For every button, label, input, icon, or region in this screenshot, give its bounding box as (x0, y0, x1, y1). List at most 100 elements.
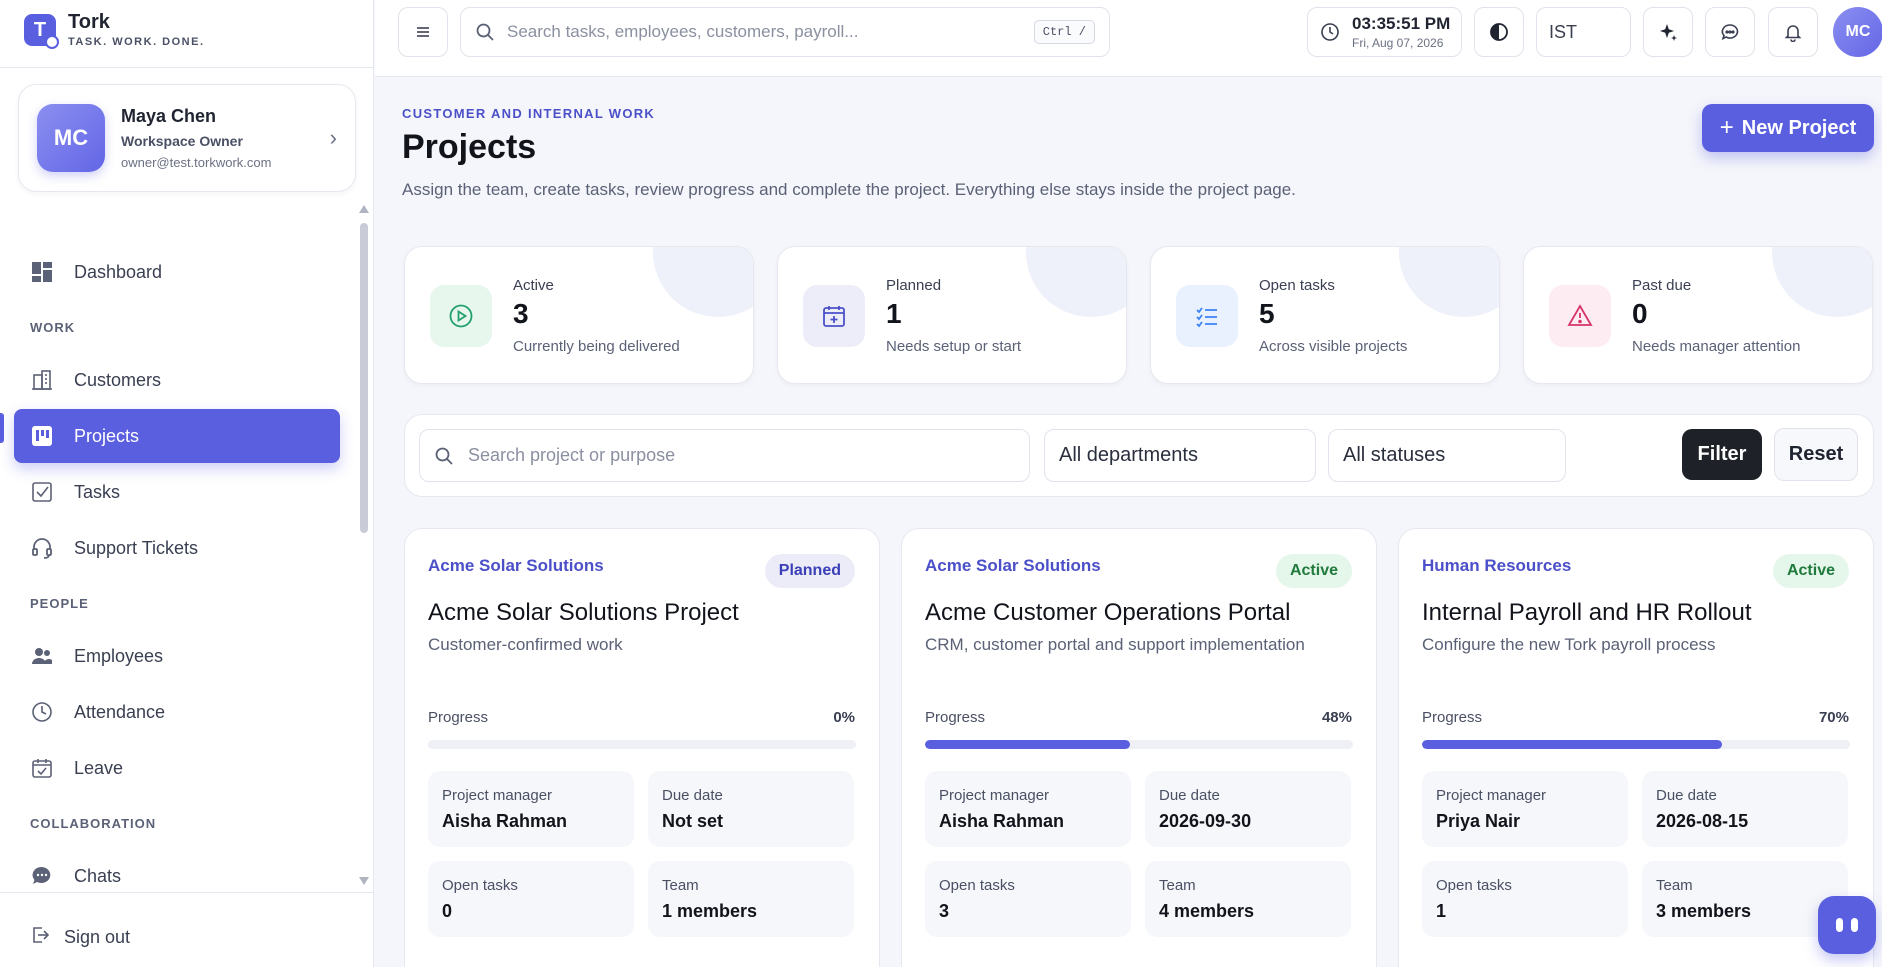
sparkle-icon (1660, 24, 1677, 41)
cell-label: Project manager (1436, 787, 1547, 804)
project-cards: Acme Solar Solutions Planned Acme Solar … (404, 528, 1882, 967)
stat-card-planned[interactable]: Planned 1 Needs setup or start (777, 246, 1127, 384)
decor-circle (1026, 247, 1126, 317)
reset-button[interactable]: Reset (1774, 428, 1858, 481)
menu-toggle-button[interactable] (398, 7, 448, 57)
filter-button[interactable]: Filter (1682, 429, 1762, 480)
project-title[interactable]: Internal Payroll and HR Rollout (1422, 599, 1752, 627)
search-shortcut-badge: Ctrl / (1033, 20, 1095, 44)
search-icon (476, 23, 494, 41)
due-date-cell: Due date Not set (648, 771, 854, 847)
stat-card-active[interactable]: Active 3 Currently being delivered (404, 246, 754, 384)
clock-time: 03:35:51 PM (1352, 14, 1451, 33)
cell-label: Project manager (939, 787, 1050, 804)
notifications-button[interactable] (1768, 7, 1818, 57)
progress-bar (925, 740, 1353, 749)
open-tasks-cell: Open tasks 3 (925, 861, 1131, 937)
stats-row: Active 3 Currently being delivered Plann… (404, 246, 1882, 384)
page-title: Projects (402, 128, 537, 166)
due-date: 2026-08-15 (1656, 811, 1749, 831)
page-eyebrow: CUSTOMER AND INTERNAL WORK (402, 106, 656, 121)
scroll-down-icon[interactable] (359, 877, 369, 885)
project-card[interactable]: Human Resources Active Internal Payroll … (1398, 528, 1874, 967)
open-tasks-cell: Open tasks 1 (1422, 861, 1628, 937)
search-icon (435, 447, 453, 465)
stat-card-open-tasks[interactable]: Open tasks 5 Across visible projects (1150, 246, 1500, 384)
divider (0, 67, 374, 68)
due-date: Not set (662, 811, 724, 831)
open-tasks: 0 (442, 901, 453, 921)
project-title[interactable]: Acme Customer Operations Portal (925, 599, 1290, 627)
nav-section-collaboration: COLLABORATION (30, 815, 157, 831)
sidebar-item-label: Attendance (74, 701, 166, 722)
project-search (419, 429, 1030, 482)
clock-widget[interactable]: 03:35:51 PM Fri, Aug 07, 2026 (1307, 7, 1462, 57)
project-manager-cell: Project manager Aisha Rahman (428, 771, 634, 847)
ai-assistant-button[interactable] (1643, 7, 1693, 57)
people-icon (30, 644, 54, 668)
cell-label: Due date (662, 787, 723, 804)
project-customer[interactable]: Acme Solar Solutions (428, 556, 604, 576)
chat-bubble-icon (30, 864, 54, 888)
department-select[interactable]: All departments (1044, 429, 1316, 482)
sidebar-item-employees[interactable]: Employees (14, 629, 340, 683)
scroll-thumb[interactable] (360, 223, 368, 533)
stat-card-past-due[interactable]: Past due 0 Needs manager attention (1523, 246, 1873, 384)
brand[interactable]: T Tork TASK. WORK. DONE. (24, 12, 205, 49)
decor-circle (1772, 247, 1872, 317)
sidebar-item-attendance[interactable]: Attendance (14, 685, 340, 739)
user-email: owner@test.torkwork.com (121, 155, 272, 170)
team-cell: Team 1 members (648, 861, 854, 937)
timezone-select[interactable]: IST (1536, 7, 1631, 57)
scroll-up-icon[interactable] (359, 205, 369, 213)
sidebar-item-tasks[interactable]: Tasks (14, 465, 340, 519)
sidebar-item-customers[interactable]: Customers (14, 353, 340, 407)
sidebar-item-label: Employees (74, 645, 164, 666)
project-manager: Priya Nair (1436, 811, 1521, 831)
project-manager-cell: Project manager Priya Nair (1422, 771, 1628, 847)
theme-toggle-button[interactable] (1474, 7, 1524, 57)
stat-value: 5 (1259, 298, 1275, 329)
stat-label: Planned (886, 277, 942, 294)
project-manager-cell: Project manager Aisha Rahman (925, 771, 1131, 847)
plus-icon: + (1719, 114, 1734, 141)
global-search: Ctrl / (460, 7, 1110, 57)
project-search-input[interactable] (468, 445, 1015, 466)
sidebar-item-support[interactable]: Support Tickets (14, 521, 340, 575)
team-size: 1 members (662, 901, 758, 921)
messages-button[interactable] (1705, 7, 1755, 57)
decor-circle (1399, 247, 1499, 317)
profile-avatar[interactable]: MC (1833, 7, 1882, 57)
sidebar-item-dashboard[interactable]: Dashboard (14, 245, 340, 299)
new-project-button[interactable]: + New Project (1702, 104, 1874, 152)
project-description: Customer-confirmed work (428, 635, 623, 654)
nav-section-work: WORK (30, 319, 76, 335)
stat-icon-bg (430, 285, 492, 347)
sign-out-button[interactable]: Sign out (30, 925, 130, 950)
stat-value: 3 (513, 298, 529, 329)
project-title[interactable]: Acme Solar Solutions Project (428, 599, 739, 627)
open-tasks-cell: Open tasks 0 (428, 861, 634, 937)
project-card[interactable]: Acme Solar Solutions Active Acme Custome… (901, 528, 1377, 967)
status-select[interactable]: All statuses (1328, 429, 1566, 482)
global-search-input[interactable] (507, 22, 1034, 42)
decor-circle (653, 247, 753, 317)
status-badge: Active (1275, 554, 1352, 588)
team-cell: Team 4 members (1145, 861, 1351, 937)
chat-widget-button[interactable] (1818, 896, 1876, 954)
sidebar-item-chats[interactable]: Chats (14, 849, 340, 903)
sidebar-scrollbar[interactable] (359, 205, 369, 885)
cell-label: Open tasks (442, 877, 518, 894)
clock-icon (1321, 23, 1339, 41)
warning-icon (1567, 304, 1593, 326)
progress-value: 0% (833, 709, 855, 726)
sidebar-item-leave[interactable]: Leave (14, 741, 340, 795)
project-customer[interactable]: Human Resources (1422, 556, 1571, 576)
project-card[interactable]: Acme Solar Solutions Planned Acme Solar … (404, 528, 880, 967)
progress-label: Progress (1422, 709, 1483, 726)
filter-bar: All departments All statuses Filter Rese… (404, 414, 1874, 497)
user-card[interactable]: MC Maya Chen Workspace Owner owner@test.… (18, 84, 356, 192)
status-badge: Active (1772, 554, 1849, 588)
project-customer[interactable]: Acme Solar Solutions (925, 556, 1101, 576)
sidebar-item-projects[interactable]: Projects (14, 409, 340, 463)
